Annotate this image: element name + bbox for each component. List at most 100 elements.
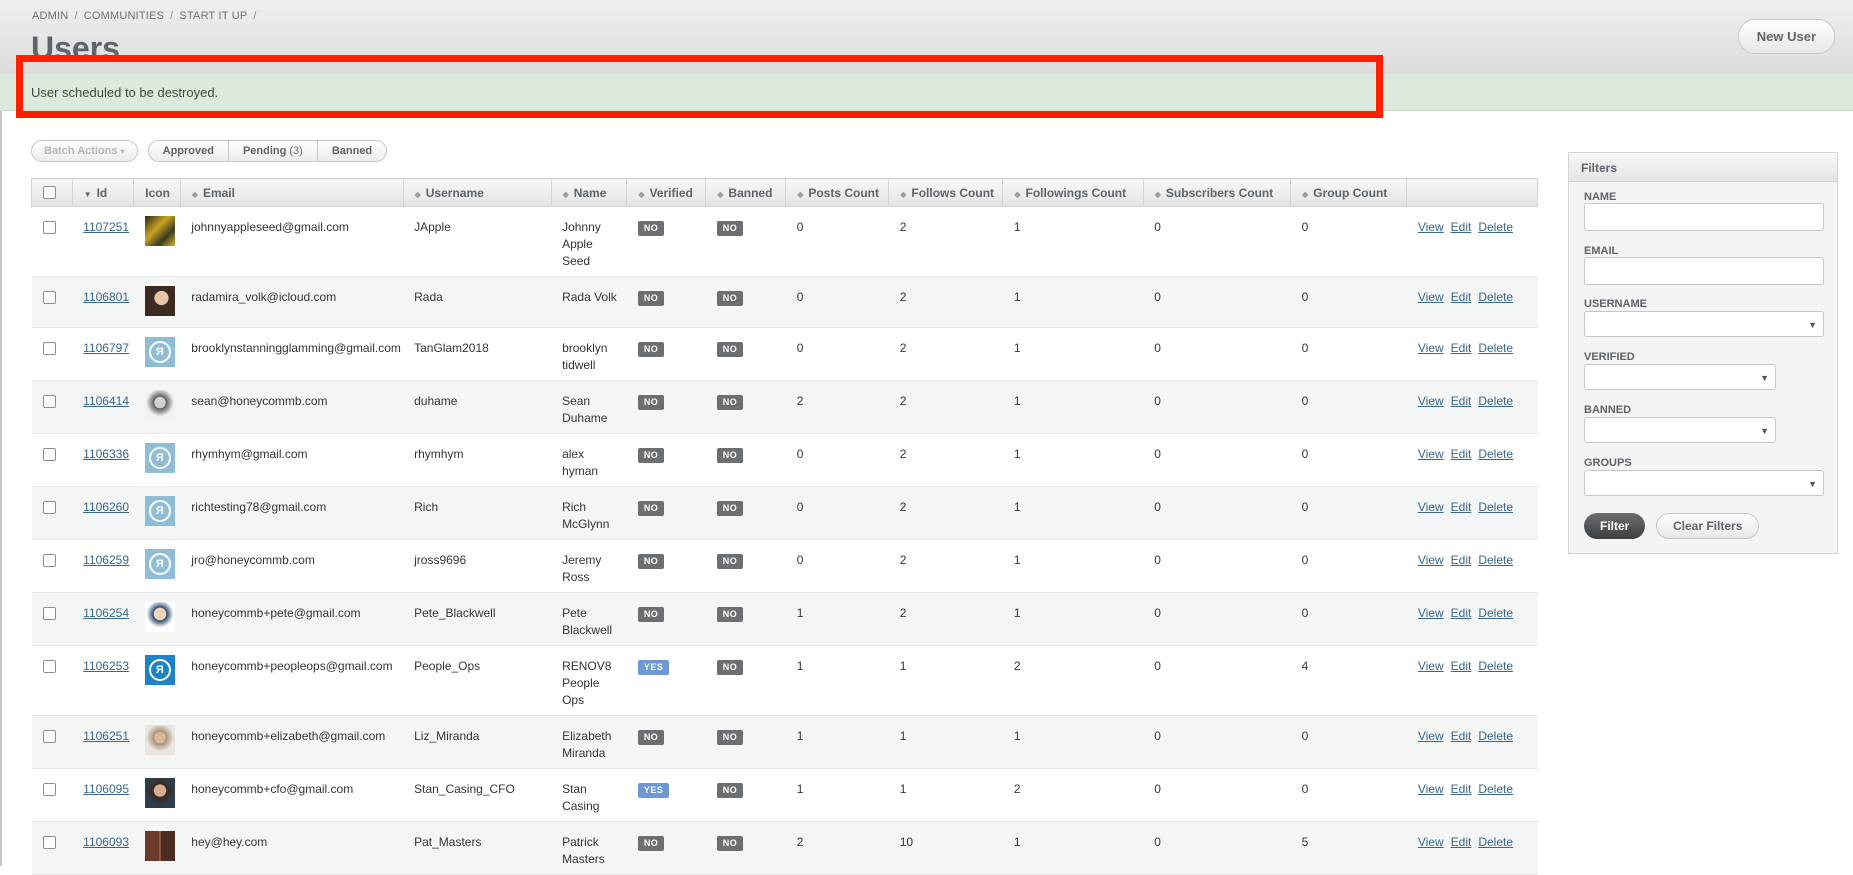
scope-banned[interactable]: Banned bbox=[317, 140, 388, 162]
clear-filters-button[interactable]: Clear Filters bbox=[1656, 513, 1760, 539]
view-link[interactable]: View bbox=[1418, 782, 1444, 796]
edit-link[interactable]: Edit bbox=[1451, 782, 1472, 796]
edit-link[interactable]: Edit bbox=[1451, 659, 1472, 673]
view-link[interactable]: View bbox=[1418, 290, 1444, 304]
user-id-link[interactable]: 1106251 bbox=[83, 729, 129, 743]
user-id-link[interactable]: 1106259 bbox=[83, 553, 129, 567]
column-header-banned[interactable]: ◆ Banned bbox=[705, 178, 787, 207]
new-user-button[interactable]: New User bbox=[1737, 19, 1835, 54]
user-id-link[interactable]: 1106336 bbox=[83, 447, 129, 461]
delete-link[interactable]: Delete bbox=[1478, 341, 1513, 355]
edit-link[interactable]: Edit bbox=[1451, 341, 1472, 355]
user-id-link[interactable]: 1106253 bbox=[83, 659, 129, 673]
filter-button[interactable]: Filter bbox=[1584, 513, 1646, 539]
delete-link[interactable]: Delete bbox=[1478, 500, 1513, 514]
user-id-link[interactable]: 1106801 bbox=[83, 290, 129, 304]
user-id-link[interactable]: 1106260 bbox=[83, 500, 129, 514]
view-link[interactable]: View bbox=[1418, 341, 1444, 355]
delete-link[interactable]: Delete bbox=[1478, 447, 1513, 461]
view-link[interactable]: View bbox=[1418, 447, 1444, 461]
user-id-link[interactable]: 1107251 bbox=[83, 220, 129, 234]
column-header-name[interactable]: ◆ Name bbox=[551, 178, 628, 207]
column-header-username[interactable]: ◆ Username bbox=[403, 178, 552, 207]
row-checkbox[interactable] bbox=[42, 730, 56, 743]
delete-link[interactable]: Delete bbox=[1478, 835, 1513, 849]
filter-name-input[interactable] bbox=[1584, 203, 1824, 231]
scope-pending[interactable]: Pending (3) bbox=[228, 140, 318, 162]
id-cell: 1106251 bbox=[72, 715, 134, 769]
avatar: Я bbox=[144, 496, 175, 526]
view-link[interactable]: View bbox=[1418, 835, 1444, 849]
delete-link[interactable]: Delete bbox=[1478, 782, 1513, 796]
column-header-verified[interactable]: ◆ Verified bbox=[626, 178, 707, 207]
view-link[interactable]: View bbox=[1418, 394, 1444, 408]
edit-link[interactable]: Edit bbox=[1451, 729, 1472, 743]
row-checkbox[interactable] bbox=[42, 501, 56, 514]
row-checkbox[interactable] bbox=[42, 836, 56, 849]
breadcrumb-admin[interactable]: ADMIN bbox=[32, 10, 68, 22]
view-link[interactable]: View bbox=[1418, 220, 1444, 234]
id-cell: 1106260 bbox=[72, 486, 134, 540]
select-all-checkbox[interactable] bbox=[43, 185, 56, 199]
row-checkbox[interactable] bbox=[42, 660, 56, 673]
user-id-link[interactable]: 1106254 bbox=[83, 606, 129, 620]
batch-actions-button[interactable]: Batch Actions ▾ bbox=[31, 140, 138, 162]
delete-link[interactable]: Delete bbox=[1478, 394, 1513, 408]
row-actions: View Edit Delete bbox=[1406, 539, 1538, 593]
delete-link[interactable]: Delete bbox=[1478, 729, 1513, 743]
view-link[interactable]: View bbox=[1418, 729, 1444, 743]
row-checkbox[interactable] bbox=[42, 291, 56, 304]
row-checkbox[interactable] bbox=[42, 221, 56, 234]
user-id-link[interactable]: 1106093 bbox=[83, 835, 129, 849]
breadcrumb-communities[interactable]: COMMUNITIES bbox=[84, 10, 164, 22]
column-header-follows-count[interactable]: ◆ Follows Count bbox=[888, 178, 1004, 207]
breadcrumb-sep: / bbox=[74, 10, 78, 22]
row-checkbox[interactable] bbox=[42, 448, 56, 461]
breadcrumb-start-it-up[interactable]: START IT UP bbox=[179, 10, 247, 22]
delete-link[interactable]: Delete bbox=[1478, 553, 1513, 567]
row-actions: View Edit Delete bbox=[1406, 592, 1538, 646]
edit-link[interactable]: Edit bbox=[1451, 500, 1472, 514]
column-header-followings-count[interactable]: ◆ Followings Count bbox=[1002, 178, 1144, 207]
column-header-email[interactable]: ◆ Email bbox=[180, 178, 404, 207]
delete-link[interactable]: Delete bbox=[1478, 659, 1513, 673]
user-id-link[interactable]: 1106414 bbox=[83, 394, 129, 408]
delete-link[interactable]: Delete bbox=[1478, 220, 1513, 234]
filter-banned-select[interactable]: ▼ bbox=[1584, 417, 1776, 443]
name-line: tidwell bbox=[562, 358, 596, 372]
edit-link[interactable]: Edit bbox=[1451, 220, 1472, 234]
row-checkbox[interactable] bbox=[42, 342, 56, 355]
column-header-id[interactable]: ▼ Id bbox=[72, 178, 135, 207]
name-line: People bbox=[562, 676, 600, 690]
edit-link[interactable]: Edit bbox=[1451, 394, 1472, 408]
posts-count-cell: 0 bbox=[785, 327, 889, 381]
column-header-group-count[interactable]: ◆ Group Count bbox=[1290, 178, 1408, 207]
edit-link[interactable]: Edit bbox=[1451, 835, 1472, 849]
row-checkbox[interactable] bbox=[42, 783, 56, 796]
column-header-posts-count[interactable]: ◆ Posts Count bbox=[785, 178, 890, 207]
row-checkbox[interactable] bbox=[42, 554, 56, 567]
edit-link[interactable]: Edit bbox=[1451, 606, 1472, 620]
view-link[interactable]: View bbox=[1418, 606, 1444, 620]
name-cell: alex hyman bbox=[551, 433, 627, 487]
edit-link[interactable]: Edit bbox=[1451, 290, 1472, 304]
column-header-label: Subscribers Count bbox=[1165, 185, 1274, 200]
delete-link[interactable]: Delete bbox=[1478, 606, 1513, 620]
view-link[interactable]: View bbox=[1418, 500, 1444, 514]
filter-groups-select[interactable]: ▼ bbox=[1584, 470, 1824, 496]
delete-link[interactable]: Delete bbox=[1478, 290, 1513, 304]
edit-link[interactable]: Edit bbox=[1451, 553, 1472, 567]
scope-approved[interactable]: Approved bbox=[147, 140, 229, 162]
group-count-cell: 0 bbox=[1290, 276, 1407, 328]
view-link[interactable]: View bbox=[1418, 553, 1444, 567]
user-id-link[interactable]: 1106797 bbox=[83, 341, 129, 355]
view-link[interactable]: View bbox=[1418, 659, 1444, 673]
edit-link[interactable]: Edit bbox=[1451, 447, 1472, 461]
filter-email-input[interactable] bbox=[1584, 257, 1824, 285]
row-checkbox[interactable] bbox=[42, 395, 56, 408]
filter-verified-select[interactable]: ▼ bbox=[1584, 364, 1776, 390]
user-id-link[interactable]: 1106095 bbox=[83, 782, 129, 796]
column-header-subscribers-count[interactable]: ◆ Subscribers Count bbox=[1143, 178, 1292, 207]
row-checkbox[interactable] bbox=[42, 607, 56, 620]
filter-username-select[interactable]: ▼ bbox=[1584, 311, 1824, 337]
